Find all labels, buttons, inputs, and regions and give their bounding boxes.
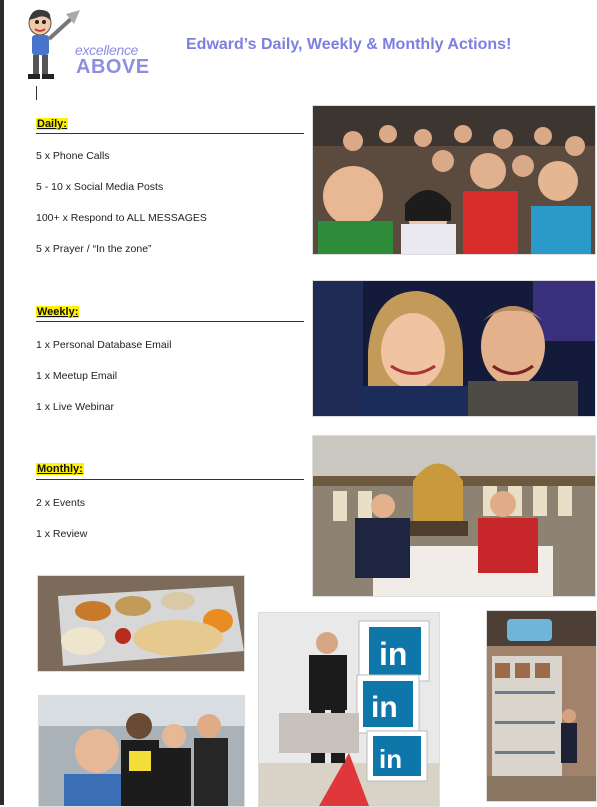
linkedin-logo-text-2: in xyxy=(371,691,398,724)
page-edge xyxy=(0,0,4,805)
daily-heading: Daily: xyxy=(36,118,68,130)
daily-item: 100+ x Respond to ALL MESSAGES xyxy=(36,212,207,224)
food-tray-photo xyxy=(37,575,245,672)
linkedin-cubes-photo: in in in xyxy=(258,612,440,807)
daily-item: 5 x Phone Calls xyxy=(36,150,110,162)
monthly-rule xyxy=(36,479,304,480)
cartoon-mascot-icon xyxy=(28,9,80,79)
group-selfie-photo xyxy=(38,695,245,807)
weekly-item: 1 x Meetup Email xyxy=(36,370,118,382)
linkedin-logo-text-1: in xyxy=(379,636,407,672)
crowd-selfie-photo xyxy=(312,105,596,255)
daily-item: 5 - 10 x Social Media Posts xyxy=(36,181,164,193)
excellence-above-logo: excellence ABOVE xyxy=(22,6,156,82)
weekly-heading: Weekly: xyxy=(36,306,80,318)
page-title: Edward’s Daily, Weekly & Monthly Actions… xyxy=(186,36,512,53)
monthly-heading: Monthly: xyxy=(36,463,84,475)
weekly-rule xyxy=(36,321,304,322)
weekly-item: 1 x Live Webinar xyxy=(36,401,115,413)
weekly-item: 1 x Personal Database Email xyxy=(36,339,172,351)
monthly-item: 2 x Events xyxy=(36,497,86,509)
text-cursor xyxy=(36,86,37,100)
daily-item: 5 x Prayer / “In the zone” xyxy=(36,243,152,255)
two-person-selfie-photo xyxy=(312,280,596,417)
monthly-item: 1 x Review xyxy=(36,528,88,540)
daily-rule xyxy=(36,133,304,134)
arcade-cafe-photo xyxy=(312,435,596,597)
store-shelves-photo xyxy=(486,610,597,802)
linkedin-logo-text-3: in xyxy=(379,744,402,774)
logo-text-above: ABOVE xyxy=(76,56,150,78)
